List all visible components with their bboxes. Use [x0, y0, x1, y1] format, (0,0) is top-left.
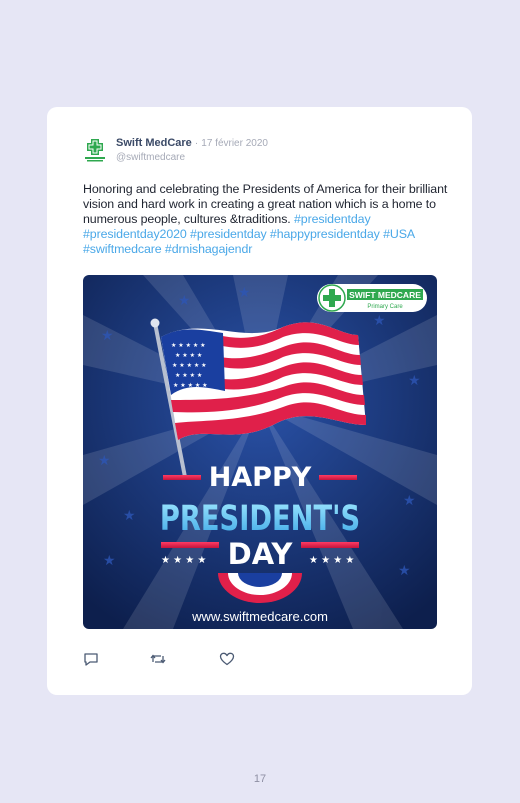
svg-text:★: ★: [408, 373, 421, 389]
image-website: www.swiftmedcare.com: [191, 609, 328, 624]
tweet-text-body: Honoring and celebrating the Presidents …: [83, 182, 448, 226]
tweet-date[interactable]: 17 février 2020: [201, 138, 268, 149]
avatar[interactable]: [82, 137, 108, 163]
separator: ·: [194, 138, 199, 149]
post-image[interactable]: ★ ★ ★ ★ ★ ★ ★ ★ ★ ★ ★ ★ ★ ★ ★ ★ ★ ★ ★ ★ ★ ★ ★…: [83, 275, 437, 629]
logo-subtitle: Primary Care: [367, 304, 403, 310]
svg-text:★: ★: [98, 453, 111, 469]
svg-text:★: ★: [403, 493, 416, 509]
logo-title: SWIFT MEDCARE: [349, 290, 421, 300]
svg-text:★ ★ ★ ★ ★: ★ ★ ★ ★ ★: [173, 382, 208, 389]
retweet-icon[interactable]: [150, 651, 166, 667]
svg-text:★: ★: [398, 563, 411, 579]
svg-text:★: ★: [373, 313, 386, 329]
svg-text:★: ★: [238, 285, 251, 301]
tweet-header: Swift MedCare · 17 février 2020 @swiftme…: [116, 136, 268, 165]
svg-text:★ ★ ★ ★: ★ ★ ★ ★: [175, 352, 202, 359]
author-handle[interactable]: @swiftmedcare: [116, 151, 268, 165]
svg-text:★ ★ ★ ★: ★ ★ ★ ★: [161, 555, 206, 566]
headline-happy: HAPPY: [209, 462, 312, 493]
tweet-card: Swift MedCare · 17 février 2020 @swiftme…: [47, 107, 472, 695]
tweet-text: Honoring and celebrating the Presidents …: [83, 182, 453, 257]
page-number: 17: [253, 773, 267, 785]
svg-text:★: ★: [178, 293, 191, 309]
author-name[interactable]: Swift MedCare: [116, 137, 192, 149]
svg-text:★ ★ ★ ★ ★: ★ ★ ★ ★ ★: [171, 342, 206, 349]
reply-icon[interactable]: [83, 651, 99, 667]
svg-text:★ ★ ★ ★: ★ ★ ★ ★: [309, 555, 354, 566]
svg-text:★: ★: [101, 328, 114, 344]
heart-icon[interactable]: [219, 651, 235, 667]
headline-day: DAY: [228, 537, 294, 571]
tweet-actions: [83, 651, 283, 669]
svg-text:★: ★: [103, 553, 116, 569]
svg-text:★ ★ ★ ★: ★ ★ ★ ★: [175, 372, 202, 379]
headline-presidents: PRESIDENT'S: [160, 499, 360, 539]
svg-text:★: ★: [123, 508, 136, 524]
svg-text:★ ★ ★ ★ ★: ★ ★ ★ ★ ★: [172, 362, 207, 369]
